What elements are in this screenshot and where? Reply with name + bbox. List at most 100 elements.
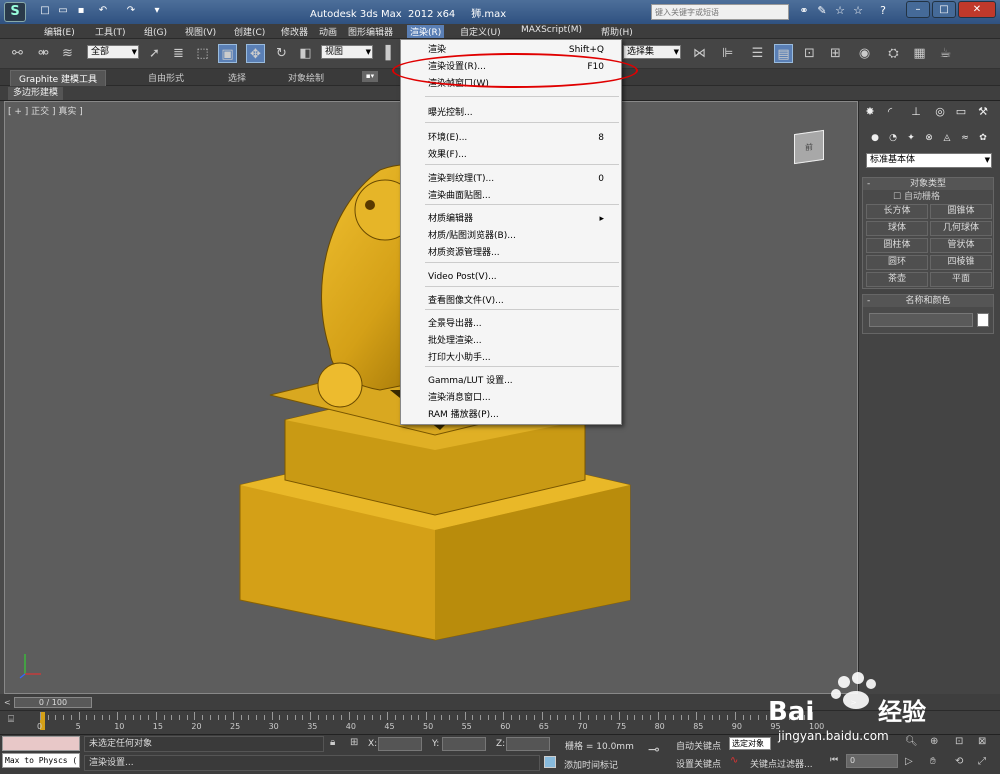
window-crossing-icon[interactable]: ▣ (218, 44, 237, 63)
primitive-button[interactable]: 几何球体 (930, 221, 992, 236)
lights-icon[interactable]: ✦ (904, 131, 918, 145)
link-icon[interactable]: ⚯ (8, 44, 27, 63)
object-name-field[interactable] (869, 313, 973, 327)
current-frame-field[interactable]: 0 (846, 754, 898, 768)
render-frame-window-icon[interactable]: ▦ (910, 44, 929, 63)
render-menu-item[interactable]: 曝光控制... (402, 105, 620, 121)
render-menu-item[interactable]: 材质编辑器 ▸ (402, 211, 620, 227)
menu-item[interactable]: 渲染(R) (407, 25, 445, 38)
systems-icon[interactable]: ✿ (976, 131, 990, 145)
time-slider-knob[interactable]: 0 / 100 (14, 697, 92, 708)
render-menu-item[interactable]: 材质/贴图浏览器(B)... (402, 228, 620, 244)
auto-key-button[interactable]: 自动关键点 (676, 739, 721, 752)
select-scale-icon[interactable]: ◧ (296, 44, 315, 63)
key-filter-icon[interactable]: ∿ (730, 755, 738, 766)
polygon-modeling-label[interactable]: 多边形建模 (8, 87, 64, 100)
menu-item[interactable]: 帮助(H) (598, 25, 636, 38)
binoculars-icon[interactable]: ⚭ (797, 4, 811, 18)
helpers-icon[interactable]: ◬ (940, 131, 954, 145)
render-menu-item[interactable]: 查看图像文件(V)... (402, 293, 620, 309)
layer-manager-icon[interactable]: ☰ (748, 44, 767, 63)
render-menu-item[interactable]: 批处理渲染... (402, 333, 620, 349)
render-setup-icon[interactable]: ⛭ (884, 44, 903, 63)
unlink-icon[interactable]: ⚮ (34, 44, 53, 63)
maximize-button[interactable]: □ (932, 1, 956, 18)
primitive-button[interactable]: 球体 (866, 221, 928, 236)
curve-editor-icon[interactable]: ⊡ (800, 44, 819, 63)
rollout-header[interactable]: - 名称和颜色 (863, 295, 993, 307)
add-time-tag[interactable]: 添加时间标记 (564, 758, 618, 771)
new-file-icon[interactable]: □ (38, 4, 52, 18)
tools-icon[interactable]: ✎ (815, 4, 829, 18)
orbit-icon[interactable]: ⟲ (955, 756, 963, 767)
menu-item[interactable]: 创建(C) (231, 25, 268, 38)
menu-item[interactable]: 自定义(U) (457, 25, 504, 38)
tab-graphite[interactable]: Graphite 建模工具 (10, 70, 107, 86)
star-icon[interactable]: ☆ (851, 4, 865, 18)
x-coordinate-field[interactable] (378, 737, 422, 751)
mirror-icon[interactable]: ⋈ (690, 44, 709, 63)
graphite-toggle-icon[interactable]: ▤ (774, 44, 793, 63)
render-menu-item[interactable]: 渲染消息窗口... (402, 390, 620, 406)
z-coordinate-field[interactable] (506, 737, 550, 751)
rectangular-selection-icon[interactable]: ⬚ (193, 44, 212, 63)
primitive-button[interactable]: 平面 (930, 272, 992, 287)
render-menu-item[interactable]: Gamma/LUT 设置... (402, 373, 620, 389)
primitive-button[interactable]: 圆环 (866, 255, 928, 270)
app-logo-icon[interactable]: S (4, 2, 26, 22)
hierarchy-tab-icon[interactable]: ⊥ (908, 104, 924, 120)
selection-filter-dropdown[interactable]: 全部 ▼ (87, 45, 139, 59)
menu-item[interactable]: MAXScript(M) (518, 25, 585, 35)
help-icon[interactable]: ? (876, 4, 890, 18)
space-warps-icon[interactable]: ≈ (958, 131, 972, 145)
save-file-icon[interactable]: ▪ (74, 4, 88, 18)
primitive-button[interactable]: 圆柱体 (866, 238, 928, 253)
material-editor-icon[interactable]: ◉ (855, 44, 874, 63)
rollout-header[interactable]: - 对象类型 (863, 178, 993, 190)
menu-item[interactable]: 组(G) (141, 25, 170, 38)
search-input[interactable]: 键入关键字或短语 (651, 4, 789, 20)
quick-access-dropdown-icon[interactable]: ▾ (150, 4, 164, 18)
reference-coordinate-dropdown[interactable]: 视图 ▼ (321, 45, 373, 59)
pivot-center-icon[interactable]: ▐ (376, 44, 395, 63)
render-production-icon[interactable]: ☕ (936, 44, 955, 63)
render-menu-item[interactable]: 渲染到纹理(T)... 0 (402, 171, 620, 187)
primitive-button[interactable]: 管状体 (930, 238, 992, 253)
maxscript-listener-top[interactable] (2, 736, 80, 751)
maximize-viewport-icon[interactable]: ⤢ (978, 756, 986, 767)
render-menu-item[interactable]: 效果(F)... (402, 147, 620, 163)
create-tab-icon[interactable]: ✸ (862, 104, 878, 120)
menu-item[interactable]: 图形编辑器 (345, 25, 396, 38)
field-of-view-icon[interactable]: ▷ (905, 756, 913, 767)
align-icon[interactable]: ⊫ (718, 44, 737, 63)
select-by-name-icon[interactable]: ≣ (169, 44, 188, 63)
utilities-tab-icon[interactable]: ⚒ (975, 104, 991, 120)
render-menu-item[interactable]: 全景导出器... (402, 316, 620, 332)
menu-item[interactable]: 工具(T) (92, 25, 129, 38)
render-menu-item[interactable]: 材质资源管理器... (402, 245, 620, 261)
bind-space-warp-icon[interactable]: ≋ (58, 44, 77, 63)
primitive-button[interactable]: 长方体 (866, 204, 928, 219)
modify-tab-icon[interactable]: ◜ (882, 104, 898, 120)
render-menu-item[interactable]: Video Post(V)... (402, 269, 620, 285)
select-object-icon[interactable]: ➚ (145, 44, 164, 63)
geometry-icon[interactable]: ● (868, 131, 882, 145)
viewcube[interactable]: 前 (794, 129, 824, 165)
menu-item[interactable]: 动画 (316, 25, 340, 38)
tab-freeform[interactable]: 自由形式 (140, 70, 192, 85)
select-move-icon[interactable]: ✥ (246, 44, 265, 63)
minimize-button[interactable]: – (906, 1, 930, 18)
named-selection-dropdown[interactable]: 选择集 ▼ (623, 45, 681, 59)
ribbon-options-icon[interactable]: ▪▾ (362, 71, 378, 82)
mini-curve-editor-icon[interactable]: ⌸ (8, 714, 24, 728)
render-menu-item[interactable]: 打印大小助手... (402, 350, 620, 366)
favorites-icon[interactable]: ☆ (833, 4, 847, 18)
pan-icon[interactable]: ✋︎ (930, 756, 936, 767)
y-coordinate-field[interactable] (442, 737, 486, 751)
render-menu-item[interactable]: 环境(E)... 8 (402, 130, 620, 146)
menu-item[interactable]: 视图(V) (182, 25, 219, 38)
schematic-view-icon[interactable]: ⊞ (826, 44, 845, 63)
set-key-button[interactable]: 设置关键点 (676, 757, 721, 770)
primitive-type-dropdown[interactable]: 标准基本体 ▼ (866, 153, 992, 168)
goto-start-icon[interactable]: ⏮ (830, 755, 838, 765)
